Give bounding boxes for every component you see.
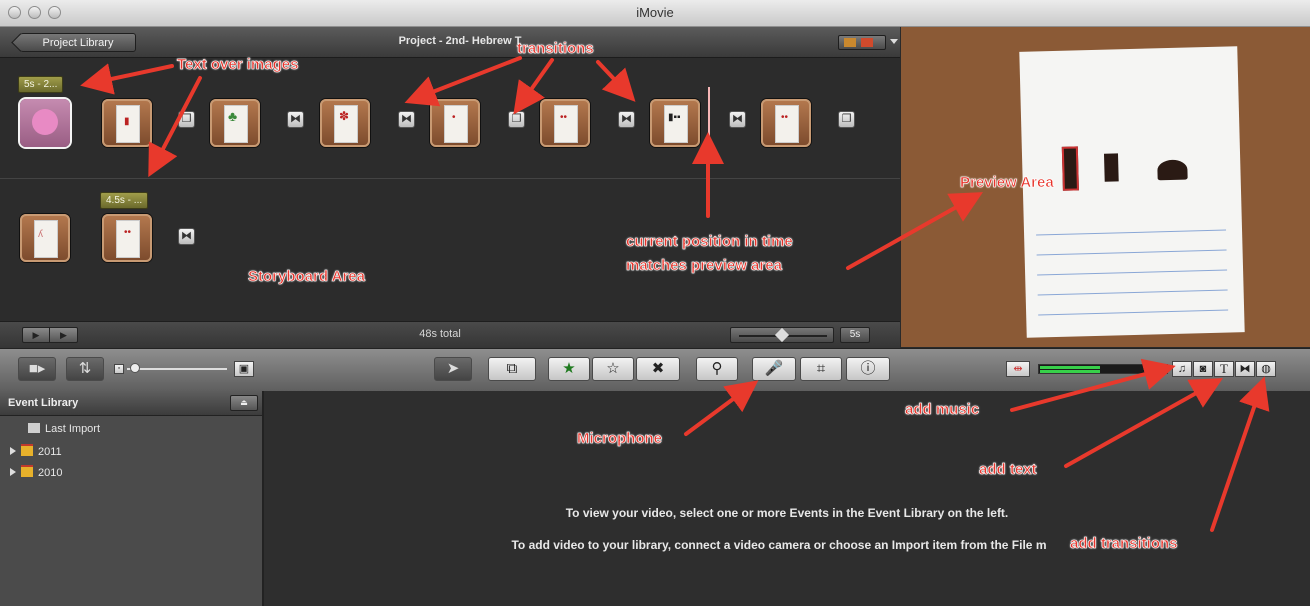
arrow xyxy=(846,192,983,270)
annotation-preview-area: Preview Area xyxy=(960,174,1054,192)
annotation-transitions: transitions xyxy=(517,40,594,58)
arrow xyxy=(513,58,554,115)
arrow xyxy=(148,76,202,178)
arrow xyxy=(684,380,759,436)
annotation-microphone: Microphone xyxy=(577,430,663,448)
annotation-text-over-images: Text over images xyxy=(177,56,299,74)
annotation-add-text: add text xyxy=(979,461,1037,479)
annotation-storyboard-area: Storyboard Area xyxy=(248,268,366,286)
arrow xyxy=(1010,358,1176,412)
arrow xyxy=(596,60,636,102)
annotation-current-position-line1: current position in time xyxy=(626,233,793,251)
arrow xyxy=(1064,378,1223,468)
annotation-add-transitions: add transitions xyxy=(1070,535,1178,553)
annotation-current-position-line2: matches preview area xyxy=(626,257,783,275)
annotation-arrows xyxy=(80,56,1270,532)
arrow xyxy=(80,63,174,95)
arrow xyxy=(404,56,522,107)
annotation-add-music: add music xyxy=(905,401,980,419)
arrow xyxy=(1210,376,1270,532)
